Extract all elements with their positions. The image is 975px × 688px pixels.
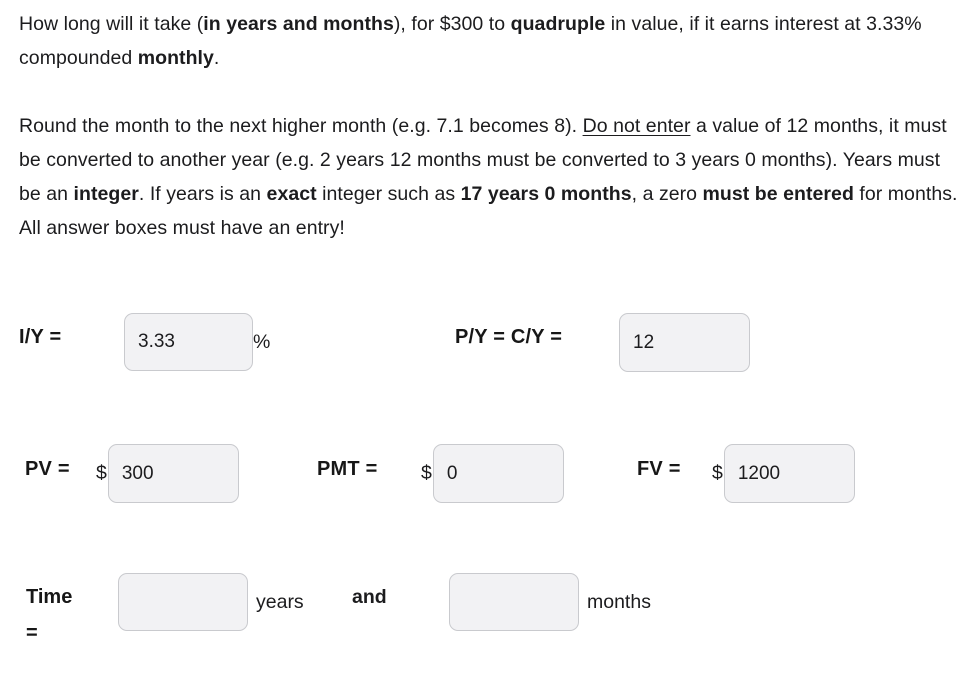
rate-row: I/Y = % P/Y = C/Y =: [0, 300, 975, 430]
time-conjunction-group: and: [352, 586, 387, 609]
pv-input[interactable]: [107, 444, 239, 503]
py-cy-field-group: [619, 313, 750, 372]
problem-statement-paragraph: How long will it take (in years and mont…: [19, 0, 963, 75]
time-months-input[interactable]: [449, 573, 579, 631]
problem-text-segment: How long will it take (: [19, 13, 204, 35]
cashflow-row: PV = $ PMT = $ FV = $: [0, 430, 975, 560]
time-years-group: years: [118, 573, 304, 631]
instruction-text-segment: integer such as: [316, 183, 461, 205]
iy-group: I/Y =: [19, 326, 61, 349]
pmt-input[interactable]: [432, 444, 564, 503]
pv-field-group: $: [96, 444, 239, 503]
fv-input[interactable]: [723, 444, 855, 503]
instruction-text-emphasis: 17 years 0 months: [460, 183, 632, 205]
instruction-text-segment: Round the month to the next higher month…: [19, 115, 583, 137]
pmt-label: PMT =: [317, 458, 378, 480]
problem-text-emphasis: quadruple: [510, 13, 606, 35]
pmt-field-group: $: [421, 444, 564, 503]
pv-currency-symbol: $: [96, 462, 107, 484]
fv-group: FV =: [637, 458, 681, 481]
instructions-paragraph: Round the month to the next higher month…: [19, 75, 963, 245]
pv-label: PV =: [25, 458, 70, 480]
calculator-inputs: I/Y = % P/Y = C/Y = PV = $ PMT: [0, 300, 975, 680]
iy-field-group: %: [124, 313, 270, 371]
instruction-text-emphasis: must be entered: [702, 183, 854, 205]
instruction-text-segment: , a zero: [631, 183, 703, 205]
fv-label: FV =: [637, 458, 681, 480]
time-row: Time = years and months: [0, 560, 975, 680]
py-cy-group: P/Y = C/Y =: [455, 326, 562, 349]
problem-text-emphasis: monthly: [137, 47, 214, 69]
time-months-group: months: [449, 573, 651, 631]
fv-currency-symbol: $: [712, 462, 723, 484]
instruction-text-emphasis: integer: [73, 183, 139, 205]
instruction-text-emphasis: exact: [266, 183, 317, 205]
problem-text-segment: .: [213, 47, 220, 69]
problem-text-emphasis: in years and months: [203, 13, 394, 35]
instruction-text-underlined: Do not enter: [582, 115, 691, 137]
months-unit-label: months: [587, 590, 651, 613]
py-cy-label: P/Y = C/Y =: [455, 326, 563, 348]
years-unit-label: years: [256, 590, 304, 613]
time-label: Time =: [26, 586, 73, 644]
fv-field-group: $: [712, 444, 855, 503]
instruction-text-segment: . If years is an: [138, 183, 267, 205]
iy-label: I/Y =: [19, 326, 62, 348]
time-group: Time =: [26, 579, 88, 651]
and-conjunction-label: and: [352, 586, 387, 608]
py-cy-input[interactable]: [619, 313, 750, 372]
pv-group: PV =: [25, 458, 70, 481]
pmt-group: PMT =: [317, 458, 377, 481]
problem-page: How long will it take (in years and mont…: [0, 0, 975, 688]
problem-text-segment: ), for $300 to: [393, 13, 511, 35]
percent-unit-label: %: [253, 330, 271, 353]
time-years-input[interactable]: [118, 573, 248, 631]
iy-input[interactable]: [124, 313, 253, 371]
pmt-currency-symbol: $: [421, 462, 432, 484]
